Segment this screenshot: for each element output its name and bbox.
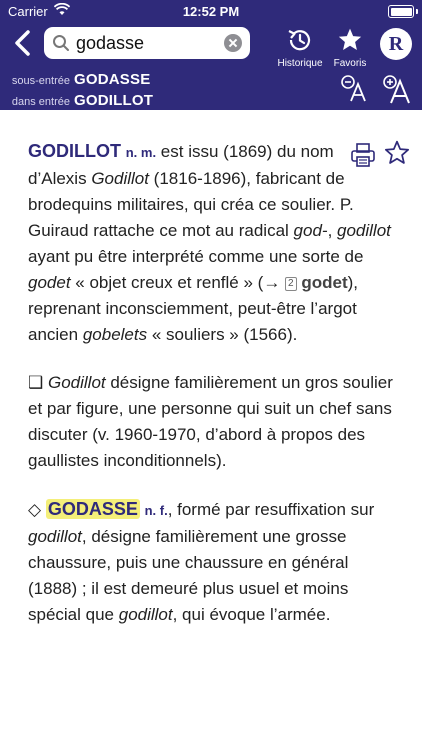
square-bullet-icon: ❑ xyxy=(28,373,44,392)
favorites-label: Favoris xyxy=(333,58,367,69)
italic-term: godillot xyxy=(28,527,82,546)
clear-search-icon[interactable] xyxy=(224,34,242,52)
text-segment: « objet creux et renflé » (→ xyxy=(70,273,286,292)
text-segment: , formé par resuffixation sur xyxy=(167,500,375,519)
decrease-font-icon[interactable] xyxy=(340,74,370,104)
article-content: GODILLOT n. m. est issu (1869) du nom d’… xyxy=(28,138,394,650)
headword-godasse: GODASSE xyxy=(45,499,140,519)
search-field[interactable] xyxy=(44,27,250,59)
favorites-button[interactable]: Favoris xyxy=(330,27,370,69)
italic-term: gobelets xyxy=(82,325,148,344)
diamond-bullet-icon: ◇ xyxy=(28,500,42,519)
clock: 12:52 PM xyxy=(182,4,240,19)
text-segment: , qui évoque l’armée. xyxy=(172,605,331,624)
grammar-tag: n. m. xyxy=(125,145,157,160)
parent-entry-value[interactable]: GODILLOT xyxy=(74,92,153,109)
history-icon xyxy=(288,30,311,51)
cross-ref-number: 2 xyxy=(285,277,297,291)
article-paragraph-2: ❑ Godillot désigne familièrement un gros… xyxy=(28,370,394,474)
history-button[interactable]: Historique xyxy=(272,27,328,69)
battery-icon xyxy=(388,5,414,18)
back-chevron-icon[interactable] xyxy=(10,28,36,58)
italic-term: god- xyxy=(293,221,328,240)
battery-tip xyxy=(416,9,418,14)
history-label: Historique xyxy=(277,58,323,69)
italic-term: Godillot xyxy=(91,169,149,188)
increase-font-icon[interactable] xyxy=(382,74,412,104)
italic-term: godillot xyxy=(337,221,391,240)
star-filled-icon xyxy=(338,28,362,50)
text-segment: « souliers » (1566). xyxy=(147,325,298,344)
sub-entry-label: sous-entrée xyxy=(11,75,70,87)
article-paragraph-3: ◇ GODASSE n. f., formé par resuffixation… xyxy=(28,496,394,628)
entry-breadcrumb: sous-entrée GODASSE dans entrée GODILLOT xyxy=(10,70,153,112)
article-paragraph-1: GODILLOT n. m. est issu (1869) du nom d’… xyxy=(28,138,394,348)
parent-entry-row: dans entrée GODILLOT xyxy=(10,91,153,112)
italic-term: godet xyxy=(28,273,71,292)
text-segment: , xyxy=(327,221,338,240)
italic-term: Godillot xyxy=(47,373,106,392)
text-segment: ayant pu être interprété comme une sorte… xyxy=(28,247,364,266)
parent-entry-label: dans entrée xyxy=(11,96,70,108)
sub-entry-row: sous-entrée GODASSE xyxy=(10,70,153,91)
grammar-tag: n. f. xyxy=(144,503,168,518)
robert-logo-button[interactable]: R xyxy=(380,28,412,60)
search-input[interactable] xyxy=(76,31,216,55)
status-bar: Carrier 12:52 PM xyxy=(0,0,422,22)
top-bar: Carrier 12:52 PM Historique Favo xyxy=(0,0,422,110)
headword-godillot: GODILLOT xyxy=(28,141,121,161)
italic-term: godillot xyxy=(118,605,173,624)
sub-entry-value[interactable]: GODASSE xyxy=(74,71,150,88)
search-icon xyxy=(53,35,69,51)
cross-ref-link-godet[interactable]: godet xyxy=(301,273,347,292)
